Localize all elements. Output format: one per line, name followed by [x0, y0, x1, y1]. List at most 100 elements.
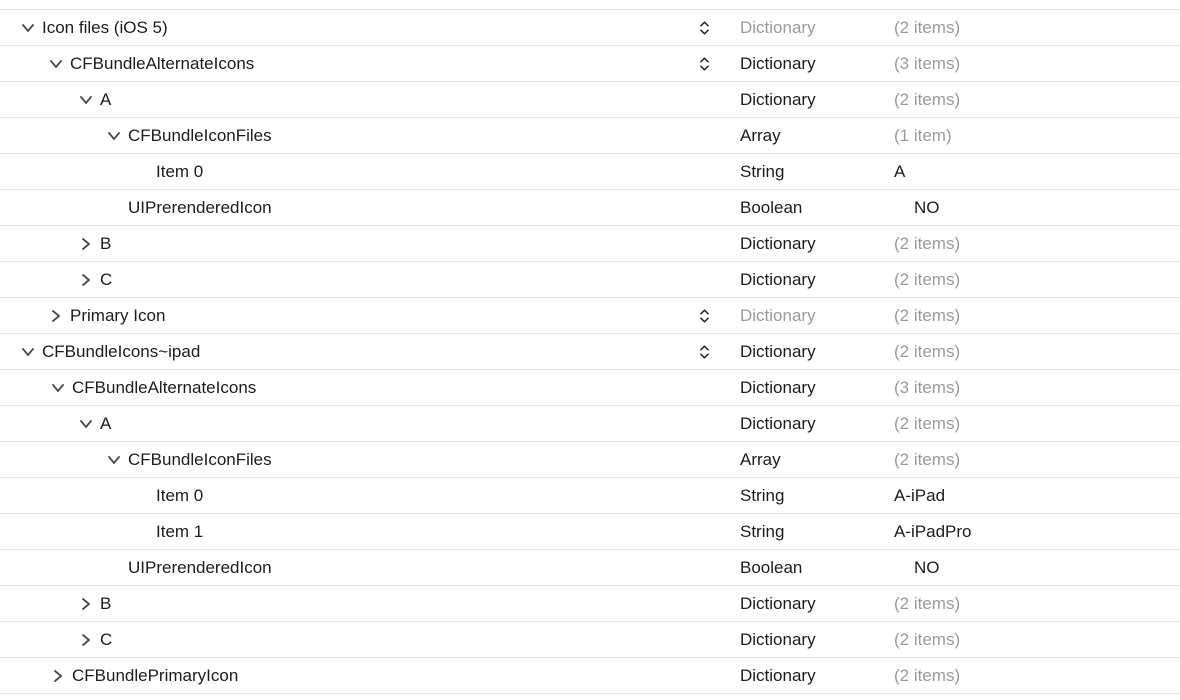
key-label: CFBundlePrimaryIcon — [72, 666, 238, 686]
value-label: (2 items) — [894, 90, 960, 109]
value-label: (2 items) — [894, 342, 960, 361]
plist-row[interactable]: Executable fileString$(EXECUTABLE_NAME) — [0, 0, 1180, 10]
value-label: (2 items) — [894, 450, 960, 469]
chevron-down-icon[interactable] — [106, 452, 122, 468]
key-label: UIPrerenderedIcon — [128, 198, 272, 218]
value-cell: (2 items) — [888, 414, 1180, 434]
plist-table: Executable fileString$(EXECUTABLE_NAME)I… — [0, 0, 1180, 694]
key-cell: Item 0 — [0, 486, 718, 506]
plist-row[interactable]: CFBundlePrimaryIcon Dictionary(2 items) — [0, 658, 1180, 694]
plist-row[interactable]: CDictionary(2 items) — [0, 622, 1180, 658]
chevron-right-icon[interactable] — [78, 272, 94, 288]
type-label: Boolean — [740, 198, 802, 217]
stepper-control[interactable] — [696, 54, 712, 74]
chevron-right-icon[interactable] — [48, 308, 64, 324]
plist-row[interactable]: Item 0StringA — [0, 154, 1180, 190]
value-label: NO — [914, 558, 940, 577]
type-label: Dictionary — [740, 414, 816, 433]
plist-row[interactable]: CFBundleAlternateIconsDictionary(3 items… — [0, 370, 1180, 406]
plist-row[interactable]: Icon files (iOS 5)Dictionary(2 items) — [0, 10, 1180, 46]
key-label: C — [100, 270, 112, 290]
chevron-right-icon[interactable] — [78, 632, 94, 648]
type-cell: Boolean — [718, 558, 888, 578]
chevron-down-icon[interactable] — [20, 344, 36, 360]
key-cell: CFBundleAlternateIcons — [0, 378, 718, 398]
value-label: A-iPadPro — [894, 522, 971, 541]
chevron-down-icon[interactable] — [78, 92, 94, 108]
value-cell: (2 items) — [888, 594, 1180, 614]
key-label: CFBundleIconFiles — [128, 450, 272, 470]
type-cell: String — [718, 162, 888, 182]
type-cell: Dictionary — [718, 90, 888, 110]
stepper-control[interactable] — [696, 306, 712, 326]
key-cell: Item 1 — [0, 522, 718, 542]
key-cell: CFBundleIconFiles — [0, 450, 718, 470]
key-cell: CFBundlePrimaryIcon — [0, 666, 718, 686]
type-label: String — [740, 162, 784, 181]
plist-row[interactable]: Primary Icon Dictionary (2 items) — [0, 298, 1180, 334]
key-label: CFBundleIconFiles — [128, 126, 272, 146]
chevron-down-icon[interactable] — [50, 380, 66, 396]
chevron-down-icon[interactable] — [20, 20, 36, 36]
plist-row[interactable]: CFBundleAlternateIcons Dictionary (3 items… — [0, 46, 1180, 82]
key-label: CFBundleAlternateIcons — [70, 54, 254, 74]
key-cell: Item 0 — [0, 162, 718, 182]
type-label: Dictionary — [740, 594, 816, 613]
value-label: (2 items) — [894, 306, 960, 325]
chevron-right-icon[interactable] — [78, 236, 94, 252]
key-label: CFBundleAlternateIcons — [72, 378, 256, 398]
value-cell: (2 items) — [888, 342, 1180, 362]
plist-row[interactable]: A Dictionary (2 items) — [0, 82, 1180, 118]
value-label: (2 items) — [894, 630, 960, 649]
value-cell: A-iPad — [888, 486, 1180, 506]
plist-row[interactable]: CFBundleIconFiles Array (2 items) — [0, 442, 1180, 478]
value-label: (2 items) — [894, 414, 960, 433]
key-cell: CFBundleIconFiles — [0, 126, 718, 146]
key-label: Primary Icon — [70, 306, 165, 326]
plist-row[interactable]: BDictionary(2 items) — [0, 226, 1180, 262]
key-label: Item 0 — [156, 162, 203, 182]
key-label: CFBundleIcons~ipad — [42, 342, 200, 362]
value-cell: NO — [888, 198, 1180, 218]
plist-row[interactable]: B Dictionary (2 items) — [0, 586, 1180, 622]
value-cell: (3 items) — [888, 54, 1180, 74]
type-cell: String — [718, 486, 888, 506]
value-cell: (1 item) — [888, 126, 1180, 146]
type-label: Dictionary — [740, 306, 816, 325]
value-label: (2 items) — [894, 234, 960, 253]
value-label: (2 items) — [894, 18, 960, 37]
value-cell: (2 items) — [888, 18, 1180, 38]
key-cell: Primary Icon — [0, 306, 718, 326]
key-label: Item 0 — [156, 486, 203, 506]
type-cell: Dictionary — [718, 414, 888, 434]
value-label: (3 items) — [894, 54, 960, 73]
type-label: Dictionary — [740, 378, 816, 397]
value-cell: (2 items) — [888, 666, 1180, 686]
chevron-down-icon[interactable] — [106, 128, 122, 144]
type-cell: Array — [718, 450, 888, 470]
key-cell: C — [0, 270, 718, 290]
key-cell: B — [0, 594, 718, 614]
value-cell: (2 items) — [888, 450, 1180, 470]
key-label: B — [100, 594, 111, 614]
chevron-down-icon[interactable] — [78, 416, 94, 432]
stepper-control[interactable] — [696, 342, 712, 362]
plist-row[interactable]: CFBundleIconFilesArray(1 item) — [0, 118, 1180, 154]
plist-row[interactable]: Item 0 StringA-iPad — [0, 478, 1180, 514]
chevron-right-icon[interactable] — [78, 596, 94, 612]
type-cell: Dictionary — [718, 666, 888, 686]
key-label: A — [100, 90, 111, 110]
stepper-control[interactable] — [696, 18, 712, 38]
plist-row[interactable]: UIPrerenderedIcon Boolean NO — [0, 190, 1180, 226]
type-label: Dictionary — [740, 54, 816, 73]
chevron-right-icon[interactable] — [50, 668, 66, 684]
plist-row[interactable]: ADictionary(2 items) — [0, 406, 1180, 442]
type-cell: Boolean — [718, 198, 888, 218]
type-label: Array — [740, 450, 781, 469]
plist-row[interactable]: CFBundleIcons~ipadDictionary(2 items) — [0, 334, 1180, 370]
chevron-down-icon[interactable] — [48, 56, 64, 72]
plist-row[interactable]: UIPrerenderedIconBooleanNO — [0, 550, 1180, 586]
plist-row[interactable]: CDictionary(2 items) — [0, 262, 1180, 298]
value-cell: (2 items) — [888, 270, 1180, 290]
plist-row[interactable]: Item 1StringA-iPadPro — [0, 514, 1180, 550]
